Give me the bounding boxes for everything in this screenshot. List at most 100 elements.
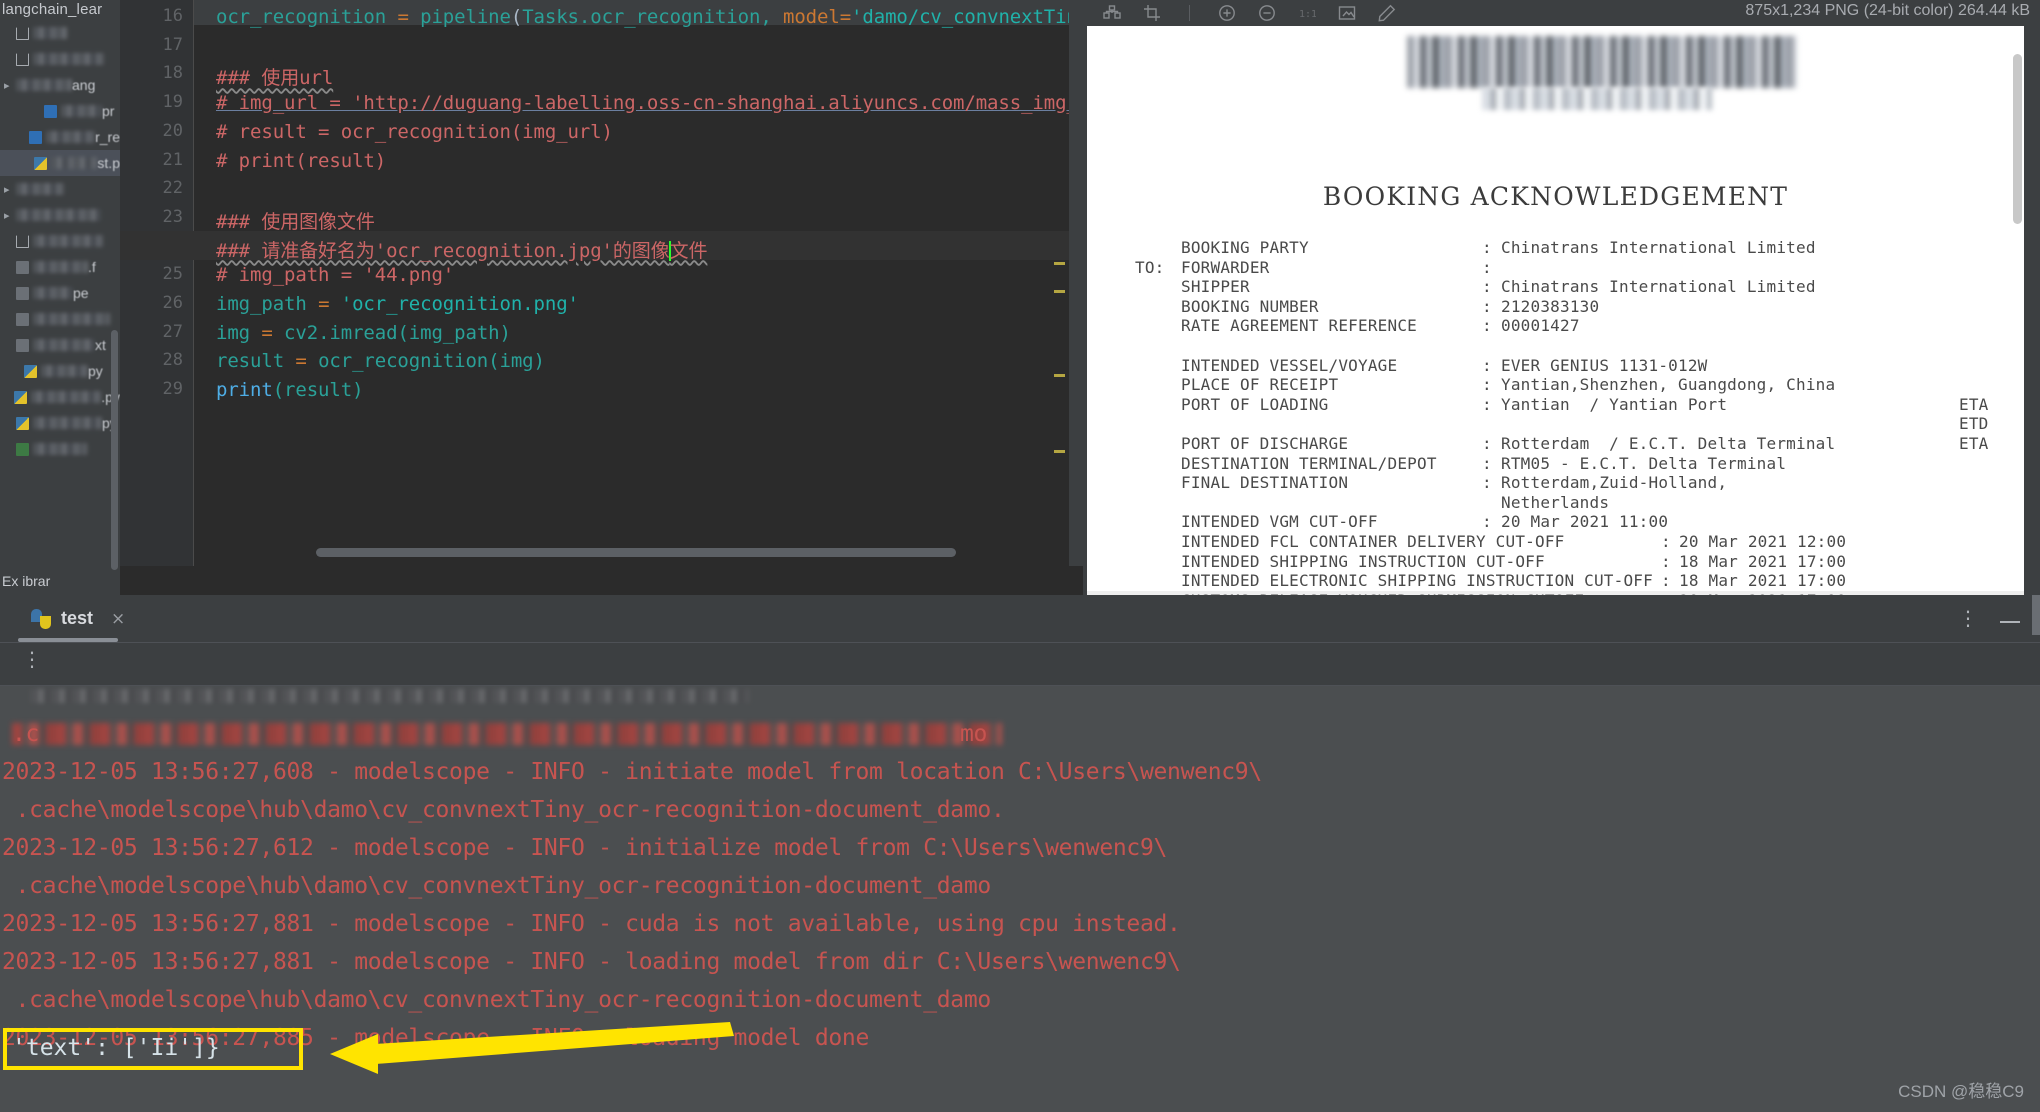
run-options-kebab-icon[interactable]: ⋮ xyxy=(1958,608,1978,628)
code-line[interactable]: img_path = 'ocr_recognition.png' xyxy=(216,293,579,315)
sidebar-item[interactable] xyxy=(0,46,120,72)
sidebar-item[interactable] xyxy=(0,306,120,332)
document-row: FINAL DESTINATION: Rotterdam,Zuid-Holland… xyxy=(1087,473,2024,493)
ocr-result-text: 'text': ['Ii']} xyxy=(12,1035,220,1061)
document-row: INTENDED VESSEL/VOYAGE: EVER GENIUS 1131-… xyxy=(1087,356,2024,376)
editor-horizontal-scrollbar[interactable] xyxy=(316,548,956,557)
document-row: INTENDED FCL CONTAINER DELIVERY CUT-OFF:… xyxy=(1087,532,2024,552)
sidebar-item[interactable]: pr xyxy=(0,98,120,124)
run-tab-test[interactable]: test × xyxy=(25,595,131,642)
close-icon[interactable]: × xyxy=(103,609,125,629)
sidebar-item-blur xyxy=(41,365,88,377)
sidebar-item[interactable]: ▸ ang xyxy=(0,72,120,98)
sidebar-item-blur xyxy=(33,417,102,429)
external-libraries-node[interactable]: Ex ibrar xyxy=(0,573,120,589)
python-file-icon xyxy=(24,364,37,378)
console-kebab-icon[interactable]: ⋮ xyxy=(22,649,42,669)
ide-window: langchain_lear ▸ angpr r_re st.p ▸ ▸ .f pe xt py.… xyxy=(0,0,2040,1112)
run-tab-bar[interactable]: test × ⋮ xyxy=(0,595,2040,643)
code-token: # img_path = '44.png' xyxy=(216,264,455,287)
code-line[interactable]: print(result) xyxy=(216,379,364,401)
main-scrollbar[interactable] xyxy=(2032,595,2040,635)
console-line: mo xyxy=(960,721,988,747)
sidebar-item[interactable] xyxy=(0,228,120,254)
chevron-right-icon[interactable]: ▸ xyxy=(4,209,16,222)
txt-file-icon xyxy=(16,286,29,300)
sidebar-scrollbar[interactable] xyxy=(111,330,118,570)
code-line[interactable]: ### 使用url xyxy=(216,63,333,90)
line-number: 22 xyxy=(162,178,183,199)
run-tab-label: test xyxy=(61,608,94,628)
sidebar-item[interactable]: pe xyxy=(0,280,120,306)
sidebar-item[interactable]: ▸ xyxy=(0,202,120,228)
line-number: 17 xyxy=(162,34,183,55)
sidebar-item[interactable]: .f xyxy=(0,254,120,280)
sidebar-item[interactable] xyxy=(0,436,120,462)
fit-image-icon[interactable] xyxy=(1338,4,1356,22)
document-field-label: SHIPPER xyxy=(1181,277,1250,297)
run-tab-indicator xyxy=(18,638,118,642)
actual-size-icon[interactable]: 1:1 xyxy=(1298,4,1317,22)
line-number: 19 xyxy=(162,92,183,113)
sidebar-item[interactable] xyxy=(0,20,120,46)
document-field-value: Yantian,Shenzhen, Guangdong, China xyxy=(1501,375,1836,395)
document-row: PLACE OF RECEIPT: Yantian,Shenzhen, Guang… xyxy=(1087,375,2024,395)
code-token: # print(result) xyxy=(216,149,387,172)
document-row: PORT OF DISCHARGE: Rotterdam / E.C.T. Del… xyxy=(1087,434,2024,454)
zoom-in-icon[interactable] xyxy=(1218,4,1236,22)
folder-icon xyxy=(16,52,29,66)
crop-icon[interactable] xyxy=(1143,4,1161,22)
sidebar-item[interactable]: xt xyxy=(0,332,120,358)
console-line: .cache\modelscope\hub\damo\cv_convnextTi… xyxy=(2,873,992,899)
zoom-out-icon[interactable] xyxy=(1258,4,1276,22)
preview-toolbar[interactable]: 1:1 875x1,234 PNG (24-bit color) 264.44 … xyxy=(1083,0,2040,25)
code-line[interactable]: img = cv2.imread(img_path) xyxy=(216,322,511,344)
sidebar-item[interactable]: py xyxy=(0,410,120,436)
document-scrollbar[interactable] xyxy=(2013,54,2022,224)
sidebar-item-blur xyxy=(33,235,103,247)
project-root-label: langchain_lear xyxy=(2,1,103,18)
sidebar-item[interactable]: st.p xyxy=(0,150,120,176)
console-toolbar[interactable]: ⋮ xyxy=(0,643,2040,685)
sidebar-item[interactable]: r_re xyxy=(0,124,120,150)
sidebar-item-label: r_re xyxy=(95,129,120,145)
code-editor[interactable]: 1617181920212223242526272829 ocr_recogni… xyxy=(120,0,1083,595)
minimize-icon[interactable] xyxy=(2000,609,2020,629)
code-line[interactable]: # img_url = 'http://duguang-labelling.os… xyxy=(216,92,1083,114)
chevron-right-icon[interactable]: ▸ xyxy=(4,183,16,196)
code-token: ( xyxy=(510,6,523,28)
project-sidebar[interactable]: langchain_lear ▸ angpr r_re st.p ▸ ▸ .f pe xt py.… xyxy=(0,0,120,595)
code-token: .ocr_recognition, xyxy=(578,6,783,28)
console-output[interactable]: .c mo 2023-12-05 13:56:27,608 - modelscope… xyxy=(0,686,2040,1112)
grid-icon[interactable] xyxy=(1103,4,1121,22)
edit-icon[interactable] xyxy=(1378,4,1396,22)
document-image[interactable]: BOOKING ACKNOWLEDGEMENT BOOKING PARTY: Ch… xyxy=(1087,26,2024,595)
code-area[interactable]: 1617181920212223242526272829 ocr_recogni… xyxy=(120,0,1083,566)
sidebar-item[interactable]: .py xyxy=(0,384,120,410)
sidebar-item-label: st.p xyxy=(97,155,120,171)
code-token: model xyxy=(783,6,840,28)
code-token: = xyxy=(295,350,319,373)
code-lines[interactable]: ocr_recognition = pipeline(Tasks.ocr_rec… xyxy=(121,0,1083,566)
sidebar-item[interactable]: ▸ xyxy=(0,176,120,202)
editor-error-stripe[interactable] xyxy=(1049,0,1069,566)
project-tree[interactable]: ▸angprr_rest.p▸▸.fpextpy.pypy xyxy=(0,20,120,462)
code-line[interactable]: # result = ocr_recognition(img_url) xyxy=(216,121,613,143)
code-line[interactable]: ### 请准备好名为'ocr_recognition.jpg'的图像文件 xyxy=(216,236,707,263)
run-tool-window: test × ⋮ ⋮ .c mo 2023-12-05 13:56:27,608 -… xyxy=(0,595,2040,1112)
line-number: 26 xyxy=(162,293,183,313)
sidebar-item[interactable]: py xyxy=(0,358,120,384)
chevron-right-icon[interactable]: ▸ xyxy=(4,79,16,92)
watermark-label: CSDN @稳稳C9 xyxy=(1898,1082,2024,1101)
code-line[interactable]: ocr_recognition = pipeline(Tasks.ocr_rec… xyxy=(216,6,1083,28)
code-line[interactable]: result = ocr_recognition(img) xyxy=(216,350,545,372)
document-field-value: Rotterdam / E.C.T. Delta Terminal xyxy=(1501,433,1836,453)
editor-scrollbar-rail[interactable] xyxy=(1069,0,1083,566)
python-icon xyxy=(31,608,51,629)
document-row: Netherlands xyxy=(1087,493,2024,513)
code-line[interactable]: # print(result) xyxy=(216,150,386,172)
code-line[interactable]: # img_path = '44.png' xyxy=(216,264,454,286)
document-colon: : xyxy=(1482,375,1492,395)
document-colon: : xyxy=(1482,257,1492,277)
python-file-icon xyxy=(33,156,47,170)
